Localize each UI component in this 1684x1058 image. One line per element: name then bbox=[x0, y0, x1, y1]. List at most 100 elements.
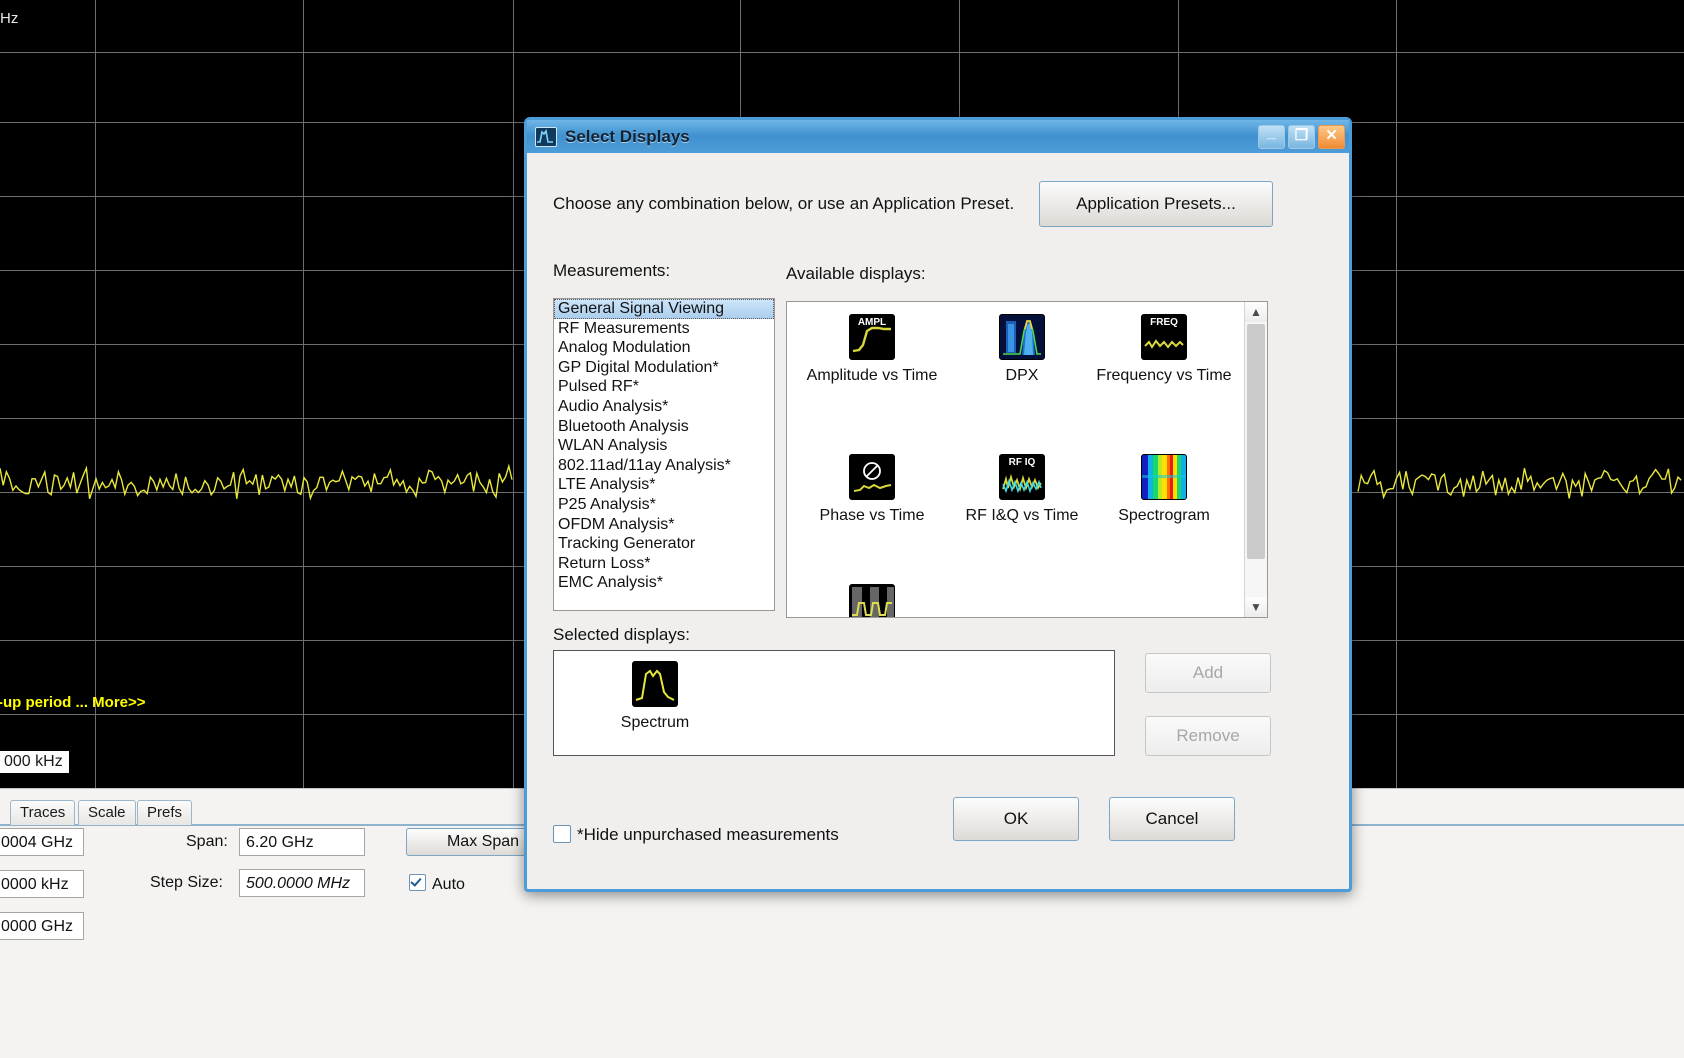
freq-ghz-field[interactable]: 0004 GHz bbox=[0, 828, 84, 856]
available-display-label: Phase vs Time bbox=[819, 507, 925, 524]
available-display-label: Frequency vs Time bbox=[1096, 367, 1232, 384]
tab-prefs[interactable]: Prefs bbox=[137, 800, 193, 825]
selected-displays-panel[interactable]: Spectrum bbox=[553, 650, 1115, 756]
measurement-item-label: Analog Modulation bbox=[558, 339, 691, 357]
hide-unpurchased-label: *Hide unpurchased measurements bbox=[577, 825, 839, 844]
selected-display-spectrum[interactable]: Spectrum bbox=[600, 661, 710, 732]
measurement-item-label: OFDM Analysis* bbox=[558, 515, 675, 533]
dpx-icon bbox=[999, 314, 1045, 360]
measurement-item-label: WLAN Analysis bbox=[558, 437, 668, 455]
tab-scale[interactable]: Scale bbox=[78, 800, 136, 825]
span-field[interactable]: 6.20 GHz bbox=[239, 828, 365, 856]
status-text: -up period ... More>> bbox=[0, 694, 146, 711]
available-displays-scrollbar[interactable]: ▲ ▼ bbox=[1244, 302, 1267, 617]
measurement-item[interactable]: LTE Analysis* bbox=[554, 475, 774, 495]
stop-ghz-field[interactable]: 0000 GHz bbox=[0, 912, 84, 940]
measurement-item[interactable]: 802.11ad/11ay Analysis* bbox=[554, 456, 774, 476]
available-display-item[interactable]: Phase vs Time bbox=[797, 454, 947, 525]
cancel-button[interactable]: Cancel bbox=[1109, 797, 1235, 841]
icon-caption: RF IQ bbox=[1008, 457, 1036, 468]
auto-checkbox[interactable]: Auto bbox=[409, 874, 465, 894]
measurement-item[interactable]: Analog Modulation bbox=[554, 338, 774, 358]
minimize-icon: _ bbox=[1267, 123, 1276, 141]
maximize-button[interactable]: ❐ bbox=[1288, 124, 1315, 149]
remove-button[interactable]: Remove bbox=[1145, 716, 1271, 756]
close-icon: ✕ bbox=[1325, 126, 1338, 144]
available-display-label: DPX bbox=[1005, 367, 1039, 384]
available-display-item[interactable]: RF IQ RF I&Q vs Time bbox=[947, 454, 1097, 525]
available-display-label: RF I&Q vs Time bbox=[965, 507, 1079, 524]
step-size-field[interactable]: 500.0000 MHz bbox=[239, 869, 365, 897]
spectrum-icon bbox=[632, 661, 678, 707]
measurement-item[interactable]: Return Loss* bbox=[554, 554, 774, 574]
icon-caption: FREQ bbox=[1150, 317, 1178, 328]
selected-displays-label: Selected displays: bbox=[553, 625, 691, 644]
hide-unpurchased-checkbox[interactable]: *Hide unpurchased measurements bbox=[553, 825, 839, 845]
available-display-item[interactable]: Spectrogram bbox=[1089, 454, 1239, 525]
span-label: Span: bbox=[186, 833, 228, 850]
offset-khz-field[interactable]: 0000 kHz bbox=[0, 870, 84, 898]
selected-display-label: Spectrum bbox=[620, 714, 690, 731]
auto-checkbox-label: Auto bbox=[432, 876, 465, 893]
available-display-item[interactable]: AMPL Amplitude vs Time bbox=[797, 314, 947, 385]
available-display-item[interactable]: FREQ Frequency vs Time bbox=[1089, 314, 1239, 385]
dialog-titlebar[interactable]: Select Displays _ ❐ ✕ bbox=[527, 120, 1349, 153]
available-displays-panel[interactable]: AMPL Amplitude vs Time DPX FREQ Frequency vs… bbox=[786, 301, 1268, 618]
measurements-list[interactable]: General Signal Viewing RF Measurements Ana… bbox=[553, 298, 775, 611]
measurement-item[interactable]: GP Digital Modulation* bbox=[554, 358, 774, 378]
measurement-item-label: Pulsed RF* bbox=[558, 378, 639, 396]
measurement-item-label: GP Digital Modulation* bbox=[558, 358, 719, 376]
phase-vs-time-icon bbox=[849, 454, 895, 500]
scroll-up-icon[interactable]: ▲ bbox=[1245, 302, 1267, 322]
measurement-item-label: LTE Analysis* bbox=[558, 476, 656, 494]
tab-traces[interactable]: Traces bbox=[10, 800, 76, 825]
measurement-item[interactable]: RF Measurements bbox=[554, 319, 774, 339]
measurement-item-label: 802.11ad/11ay Analysis* bbox=[558, 456, 731, 474]
measurement-item[interactable]: General Signal Viewing bbox=[554, 299, 774, 319]
icon-caption: AMPL bbox=[857, 317, 887, 328]
hide-unpurchased-box[interactable] bbox=[553, 825, 571, 843]
measurement-item[interactable]: WLAN Analysis bbox=[554, 436, 774, 456]
rbw-readout: 000 kHz bbox=[0, 751, 69, 773]
available-display-label: Spectrogram bbox=[1118, 507, 1210, 524]
axis-label-top-left: Hz bbox=[0, 10, 19, 27]
measurement-item-label: Audio Analysis* bbox=[558, 397, 669, 415]
frequency-vs-time-icon: FREQ bbox=[1141, 314, 1187, 360]
close-button[interactable]: ✕ bbox=[1318, 124, 1345, 149]
measurement-item[interactable]: Pulsed RF* bbox=[554, 377, 774, 397]
available-display-label: Amplitude vs Time bbox=[806, 367, 938, 384]
scroll-down-icon[interactable]: ▼ bbox=[1245, 597, 1267, 617]
minimize-button[interactable]: _ bbox=[1258, 123, 1285, 149]
step-size-label: Step Size: bbox=[150, 874, 223, 891]
clipped-display-item[interactable] bbox=[797, 584, 947, 617]
measurement-item[interactable]: Audio Analysis* bbox=[554, 397, 774, 417]
dialog-title: Select Displays bbox=[565, 126, 690, 146]
dialog-body: Choose any combination below, or use an … bbox=[527, 153, 1349, 889]
select-displays-dialog[interactable]: Select Displays _ ❐ ✕ Choose any combina… bbox=[524, 117, 1352, 892]
measurement-item[interactable]: Tracking Generator bbox=[554, 534, 774, 554]
measurement-item-label: Return Loss* bbox=[558, 554, 651, 572]
auto-checkbox-box[interactable] bbox=[409, 874, 426, 891]
measurement-item[interactable]: P25 Analysis* bbox=[554, 495, 774, 515]
amplitude-vs-time-icon: AMPL bbox=[849, 314, 895, 360]
application-presets-button[interactable]: Application Presets... bbox=[1039, 181, 1273, 227]
measurement-item-label: P25 Analysis* bbox=[558, 495, 656, 513]
measurement-item[interactable]: OFDM Analysis* bbox=[554, 515, 774, 535]
rf-iq-vs-time-icon: RF IQ bbox=[999, 454, 1045, 500]
maximize-icon: ❐ bbox=[1294, 126, 1309, 144]
measurement-item[interactable]: EMC Analysis* bbox=[554, 573, 774, 593]
scrollbar-thumb[interactable] bbox=[1247, 324, 1265, 559]
available-display-item[interactable]: DPX bbox=[947, 314, 1097, 385]
measurement-item-label: RF Measurements bbox=[558, 319, 690, 337]
spectrogram-icon bbox=[1141, 454, 1187, 500]
available-displays-label: Available displays: bbox=[786, 264, 926, 283]
pulse-icon bbox=[849, 584, 895, 617]
measurement-item[interactable]: Bluetooth Analysis bbox=[554, 417, 774, 437]
add-button[interactable]: Add bbox=[1145, 653, 1271, 693]
ok-button[interactable]: OK bbox=[953, 797, 1079, 841]
dialog-instructions: Choose any combination below, or use an … bbox=[553, 194, 1015, 213]
app-root: Hz -up period ... More>> 000 kHz Traces … bbox=[0, 0, 1684, 1058]
measurement-item-label: EMC Analysis* bbox=[558, 574, 663, 592]
spectrum-window-icon bbox=[535, 126, 557, 147]
measurement-item-label: Bluetooth Analysis bbox=[558, 417, 689, 435]
